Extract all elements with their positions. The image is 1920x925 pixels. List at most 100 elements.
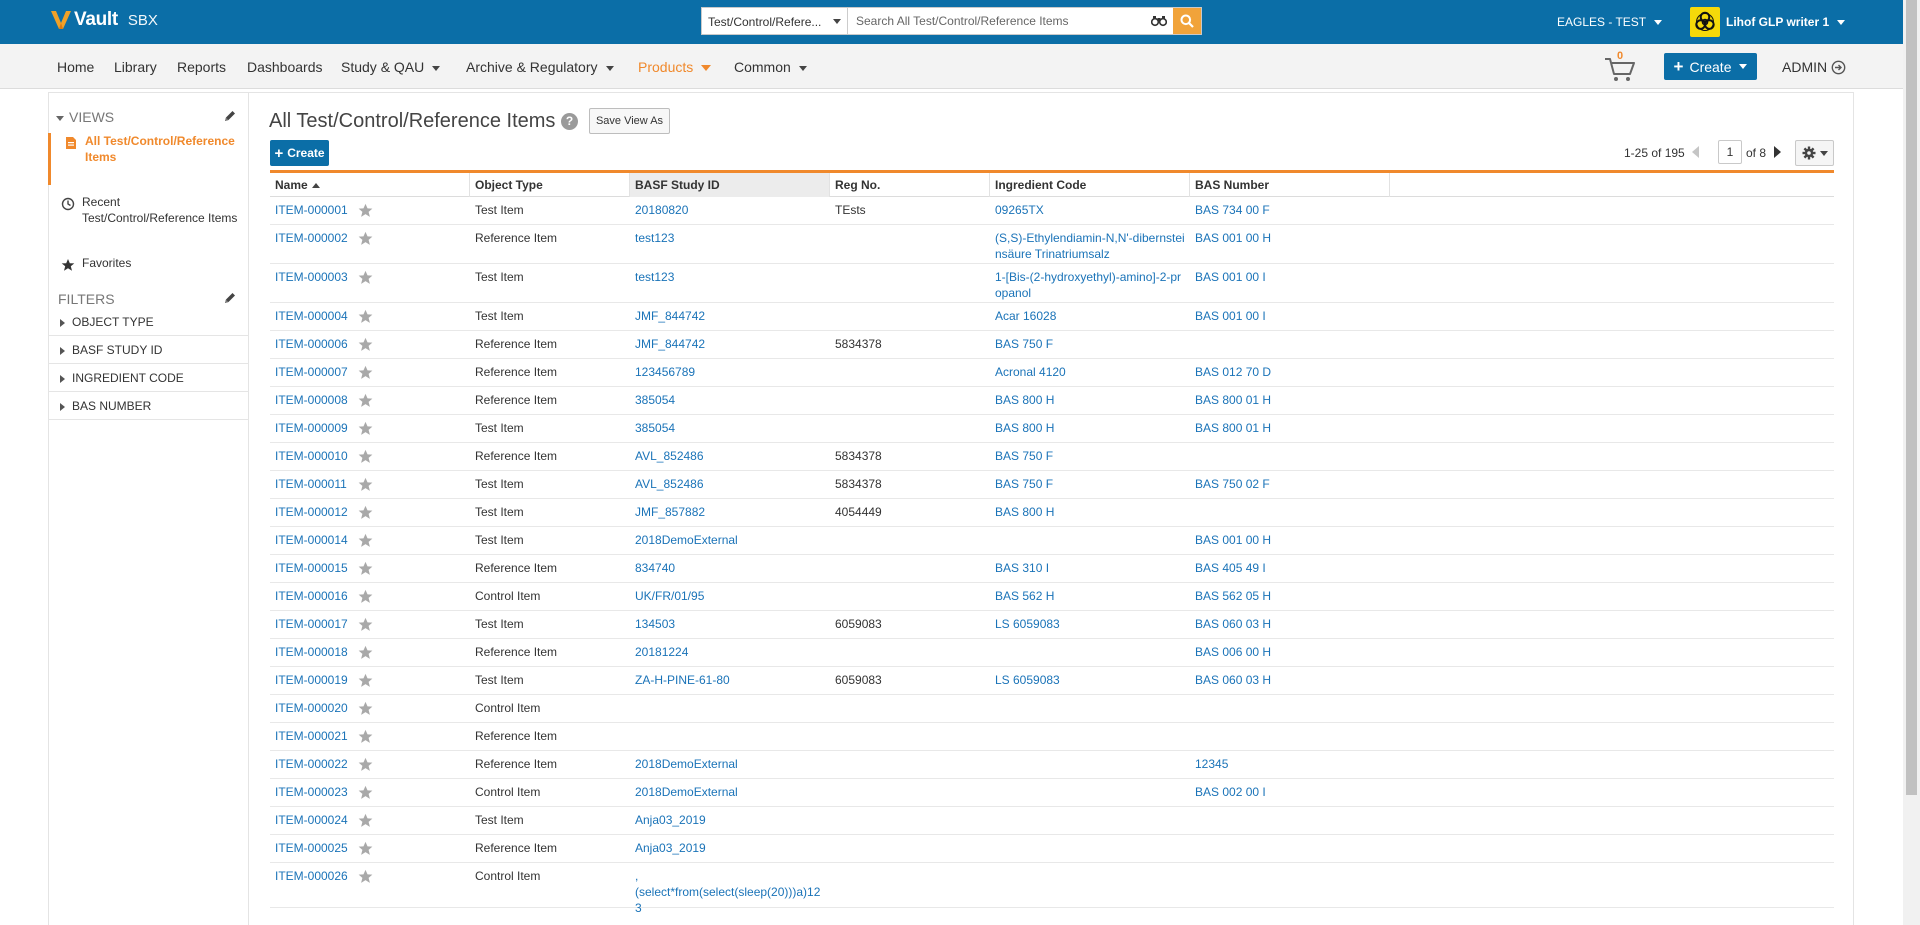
pencil-icon[interactable]	[223, 109, 237, 123]
cell-name-link[interactable]: ITEM-000018	[275, 644, 348, 660]
cell-basf-study-id[interactable]: AVL_852486	[635, 476, 825, 492]
cell-ingredient-code[interactable]: 09265TX	[995, 202, 1185, 218]
cell-name-link[interactable]: ITEM-000004	[275, 308, 348, 324]
cell-ingredient-code[interactable]: BAS 310 I	[995, 560, 1185, 576]
cell-basf-study-id[interactable]: 2018DemoExternal	[635, 784, 825, 800]
favorite-star-icon[interactable]	[358, 869, 373, 884]
cell-ingredient-code[interactable]: Acar 16028	[995, 308, 1185, 324]
favorite-star-icon[interactable]	[358, 505, 373, 520]
save-view-as-button[interactable]: Save View As	[589, 108, 670, 134]
vault-logo[interactable]: Vault SBX	[50, 9, 158, 31]
favorite-star-icon[interactable]	[358, 309, 373, 324]
cell-bas-number[interactable]: BAS 800 01 H	[1195, 420, 1385, 436]
prev-page-icon[interactable]	[1692, 146, 1699, 158]
cell-name-link[interactable]: ITEM-000008	[275, 392, 348, 408]
cell-basf-study-id[interactable]: 134503	[635, 616, 825, 632]
user-menu[interactable]: Lihof GLP writer 1	[1690, 7, 1846, 37]
cell-name-link[interactable]: ITEM-000003	[275, 269, 348, 285]
favorite-star-icon[interactable]	[358, 841, 373, 856]
next-page-icon[interactable]	[1774, 146, 1781, 158]
cell-ingredient-code[interactable]: BAS 800 H	[995, 420, 1185, 436]
nav-common[interactable]: Common	[734, 59, 807, 75]
search-scope-select[interactable]: Test/Control/Refere...	[702, 8, 848, 34]
cell-name-link[interactable]: ITEM-000002	[275, 230, 348, 246]
cell-basf-study-id[interactable]: 123456789	[635, 364, 825, 380]
cell-ingredient-code[interactable]: (S,S)-Ethylendiamin-N,N'-dibernsteinsäur…	[995, 230, 1185, 262]
favorite-star-icon[interactable]	[358, 617, 373, 632]
cell-basf-study-id[interactable]: JMF_844742	[635, 336, 825, 352]
cell-ingredient-code[interactable]: BAS 562 H	[995, 588, 1185, 604]
nav-dashboards[interactable]: Dashboards	[247, 59, 323, 75]
cell-bas-number[interactable]: BAS 001 00 H	[1195, 230, 1385, 246]
cell-basf-study-id[interactable]: ZA-H-PINE-61-80	[635, 672, 825, 688]
cell-bas-number[interactable]: BAS 800 01 H	[1195, 392, 1385, 408]
search-button[interactable]	[1173, 8, 1201, 34]
cell-basf-study-id[interactable]: 20180820	[635, 202, 825, 218]
favorite-star-icon[interactable]	[358, 203, 373, 218]
favorite-star-icon[interactable]	[358, 365, 373, 380]
cell-ingredient-code[interactable]: LS 6059083	[995, 672, 1185, 688]
global-create-button[interactable]: + Create	[1664, 53, 1757, 80]
favorite-star-icon[interactable]	[358, 231, 373, 246]
cell-bas-number[interactable]: BAS 734 00 F	[1195, 202, 1385, 218]
cell-ingredient-code[interactable]: Acronal 4120	[995, 364, 1185, 380]
cell-basf-study-id[interactable]: 385054	[635, 420, 825, 436]
cell-basf-study-id[interactable]: AVL_852486	[635, 448, 825, 464]
cell-name-link[interactable]: ITEM-000010	[275, 448, 348, 464]
nav-reports[interactable]: Reports	[177, 59, 226, 75]
cell-name-link[interactable]: ITEM-000022	[275, 756, 348, 772]
cell-ingredient-code[interactable]: BAS 800 H	[995, 504, 1185, 520]
col-ingredient-code-header[interactable]: Ingredient Code	[990, 173, 1190, 197]
col-object-type-header[interactable]: Object Type	[470, 173, 630, 197]
cell-basf-study-id[interactable]: 20181224	[635, 644, 825, 660]
favorite-star-icon[interactable]	[358, 561, 373, 576]
cell-bas-number[interactable]: BAS 001 00 H	[1195, 532, 1385, 548]
cell-bas-number[interactable]: BAS 060 03 H	[1195, 616, 1385, 632]
vault-switcher[interactable]: EAGLES - TEST	[1557, 15, 1663, 29]
view-recent-items[interactable]: Recent Test/Control/Reference Items	[48, 194, 249, 242]
search-input[interactable]	[848, 8, 1145, 34]
cell-name-link[interactable]: ITEM-000020	[275, 700, 348, 716]
cell-name-link[interactable]: ITEM-000001	[275, 202, 348, 218]
cell-name-link[interactable]: ITEM-000026	[275, 868, 348, 884]
favorite-star-icon[interactable]	[358, 449, 373, 464]
cell-name-link[interactable]: ITEM-000012	[275, 504, 348, 520]
cell-name-link[interactable]: ITEM-000011	[275, 476, 347, 492]
cell-name-link[interactable]: ITEM-000019	[275, 672, 348, 688]
nav-home[interactable]: Home	[57, 59, 94, 75]
cell-basf-study-id[interactable]: Anja03_2019	[635, 812, 825, 828]
cell-basf-study-id[interactable]: UK/FR/01/95	[635, 588, 825, 604]
col-bas-number-header[interactable]: BAS Number	[1190, 173, 1390, 197]
cell-basf-study-id[interactable]: JMF_857882	[635, 504, 825, 520]
cell-bas-number[interactable]: BAS 006 00 H	[1195, 644, 1385, 660]
favorite-star-icon[interactable]	[358, 645, 373, 660]
cell-basf-study-id[interactable]: 834740	[635, 560, 825, 576]
nav-library[interactable]: Library	[114, 59, 157, 75]
cell-name-link[interactable]: ITEM-000023	[275, 784, 348, 800]
page-number-input[interactable]: 1	[1718, 140, 1742, 164]
view-all-items[interactable]: All Test/Control/Reference Items	[48, 133, 249, 185]
col-reg-no-header[interactable]: Reg No.	[830, 173, 990, 197]
favorite-star-icon[interactable]	[358, 701, 373, 716]
cell-ingredient-code[interactable]: BAS 750 F	[995, 448, 1185, 464]
filter-bas-number[interactable]: BAS NUMBER	[48, 392, 249, 420]
favorite-star-icon[interactable]	[358, 533, 373, 548]
favorite-star-icon[interactable]	[358, 270, 373, 285]
favorite-star-icon[interactable]	[358, 477, 373, 492]
favorite-star-icon[interactable]	[358, 813, 373, 828]
pencil-icon[interactable]	[223, 291, 237, 305]
favorite-star-icon[interactable]	[358, 337, 373, 352]
favorite-star-icon[interactable]	[358, 729, 373, 744]
cell-basf-study-id[interactable]: 2018DemoExternal	[635, 532, 825, 548]
cell-ingredient-code[interactable]: 1-[Bis-(2-hydroxyethyl)-amino]-2-propano…	[995, 269, 1185, 301]
favorite-star-icon[interactable]	[358, 785, 373, 800]
cell-bas-number[interactable]: BAS 001 00 I	[1195, 308, 1385, 324]
filter-basf-study-id[interactable]: BASF STUDY ID	[48, 336, 249, 364]
cell-bas-number[interactable]: BAS 012 70 D	[1195, 364, 1385, 380]
cell-ingredient-code[interactable]: BAS 750 F	[995, 476, 1185, 492]
cart-button[interactable]: 0	[1603, 50, 1637, 83]
cell-bas-number[interactable]: BAS 405 49 I	[1195, 560, 1385, 576]
cell-name-link[interactable]: ITEM-000024	[275, 812, 348, 828]
help-icon[interactable]: ?	[561, 113, 578, 130]
view-favorites[interactable]: Favorites	[48, 255, 249, 273]
